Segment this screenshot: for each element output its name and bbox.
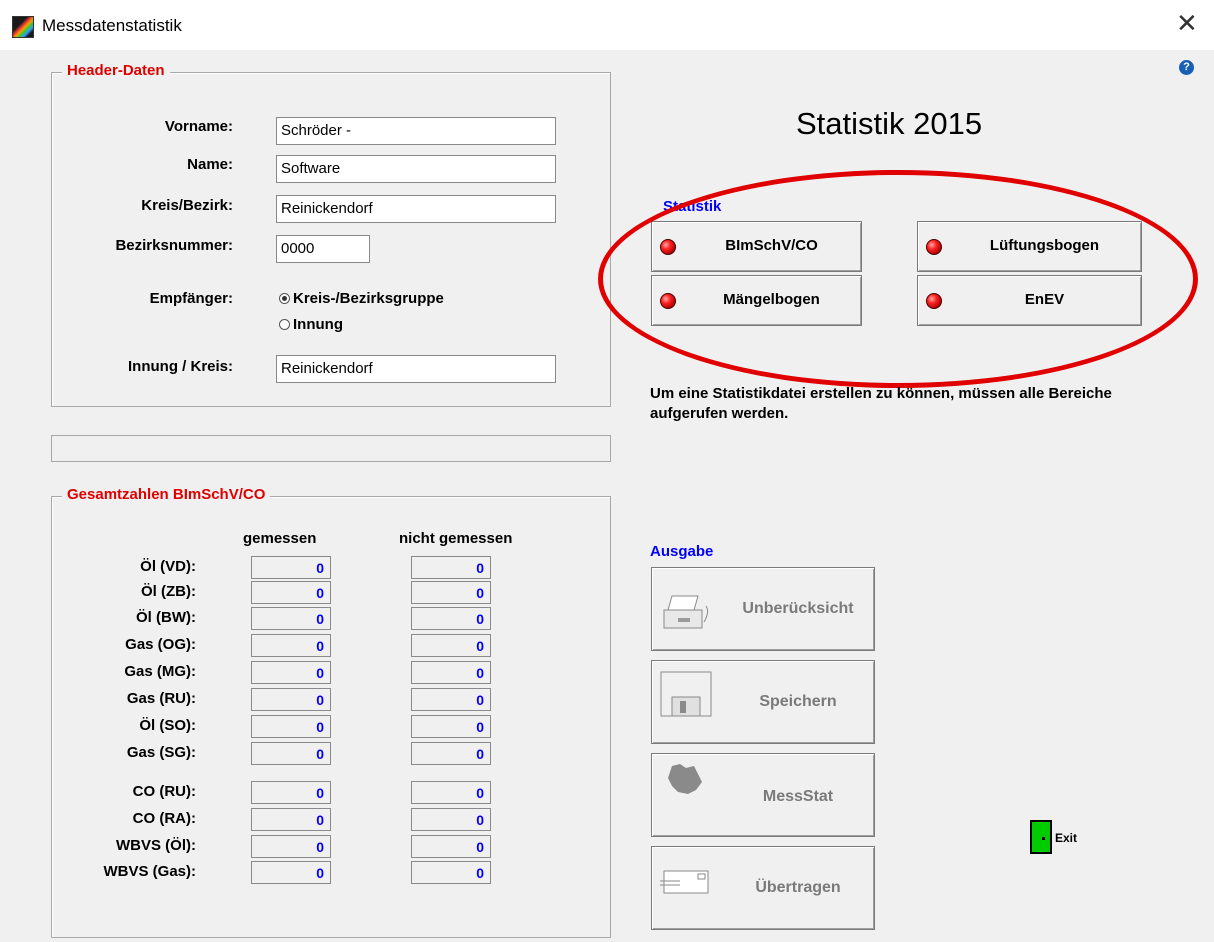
- unberuecksicht-button[interactable]: Unberücksicht: [651, 567, 875, 651]
- totals-row-label: Öl (SO):: [139, 717, 196, 734]
- nicht-gemessen-value: 0: [411, 581, 491, 604]
- window-title: Messdatenstatistik: [42, 16, 182, 35]
- page-title: Statistik 2015: [796, 106, 983, 141]
- bimschv-co-button[interactable]: BImSchV/CO: [651, 221, 862, 272]
- gemessen-value: 0: [251, 661, 331, 684]
- column-header-nicht-gemessen: nicht gemessen: [399, 530, 513, 547]
- status-led-icon: [660, 239, 676, 255]
- help-icon[interactable]: ?: [1179, 60, 1194, 75]
- maengelbogen-label: Mängelbogen: [723, 291, 820, 308]
- exit-label: Exit: [1055, 831, 1078, 845]
- nicht-gemessen-value: 0: [411, 835, 491, 858]
- envelope-icon: [660, 870, 709, 894]
- nicht-gemessen-value: 0: [411, 556, 491, 579]
- gemessen-value: 0: [251, 634, 331, 657]
- totals-row-label: Öl (ZB):: [141, 583, 196, 600]
- totals-row-label: Gas (OG):: [125, 636, 196, 653]
- totals-row-label: CO (RA):: [132, 810, 196, 827]
- enev-label: EnEV: [1024, 291, 1065, 308]
- floppy-disk-icon: [660, 671, 712, 717]
- innung-field[interactable]: Reinickendorf: [276, 355, 556, 383]
- bimschv-co-label: BImSchV/CO: [725, 237, 818, 254]
- statistik-legend: Statistik: [663, 198, 722, 215]
- info-note: Um eine Statistikdatei erstellen zu könn…: [650, 385, 1112, 422]
- radio-unselected-indicator: [279, 319, 290, 330]
- progress-bar: [51, 435, 611, 462]
- nicht-gemessen-value: 0: [411, 861, 491, 884]
- gemessen-value: 0: [251, 715, 331, 738]
- close-icon[interactable]: ✕: [1176, 9, 1198, 39]
- totals-row-label: WBVS (Gas):: [103, 863, 196, 880]
- totals-row-label: Gas (RU):: [126, 690, 196, 707]
- gemessen-value: 0: [251, 607, 331, 630]
- unberuecksicht-label: Unberücksicht: [742, 600, 854, 617]
- radio-innung-label: Innung: [293, 316, 343, 333]
- gemessen-value: 0: [251, 742, 331, 765]
- kreis-field[interactable]: Reinickendorf: [276, 195, 556, 223]
- gemessen-value: 0: [251, 581, 331, 604]
- bezirksnummer-field[interactable]: 0000: [276, 235, 370, 263]
- app-icon: [12, 16, 34, 38]
- totals-row-label: Öl (VD):: [140, 558, 196, 575]
- radio-kreis-bezirksgruppe[interactable]: Kreis-/Bezirksgruppe: [279, 290, 444, 307]
- nicht-gemessen-value: 0: [411, 634, 491, 657]
- gemessen-value: 0: [251, 808, 331, 831]
- gemessen-value: 0: [251, 835, 331, 858]
- maengelbogen-button[interactable]: Mängelbogen: [651, 275, 862, 326]
- printer-icon: [663, 595, 709, 629]
- kreis-label: Kreis/Bezirk:: [141, 197, 233, 214]
- totals-row-label: CO (RU):: [132, 783, 196, 800]
- speichern-label: Speichern: [759, 693, 837, 710]
- status-led-icon: [926, 239, 942, 255]
- radio-kreis-label: Kreis-/Bezirksgruppe: [293, 290, 444, 307]
- status-led-icon: [926, 293, 942, 309]
- speichern-button[interactable]: Speichern: [651, 660, 875, 744]
- messstat-button[interactable]: MessStat: [651, 753, 875, 837]
- nicht-gemessen-value: 0: [411, 688, 491, 711]
- lueftungsbogen-button[interactable]: Lüftungsbogen: [917, 221, 1142, 272]
- uebertragen-label: Übertragen: [755, 879, 841, 896]
- map-icon: [668, 764, 702, 794]
- nicht-gemessen-value: 0: [411, 742, 491, 765]
- nicht-gemessen-value: 0: [411, 715, 491, 738]
- bezirksnummer-label: Bezirksnummer:: [115, 237, 233, 254]
- gemessen-value: 0: [251, 861, 331, 884]
- totals-row-label: Gas (SG):: [126, 744, 196, 761]
- radio-selected-indicator: [279, 293, 290, 304]
- totals-row-label: WBVS (Öl):: [116, 837, 196, 854]
- nicht-gemessen-value: 0: [411, 808, 491, 831]
- title-bar: Messdatenstatistik ✕: [0, 0, 1214, 50]
- gemessen-value: 0: [251, 688, 331, 711]
- name-label: Name:: [187, 156, 233, 173]
- innung-label: Innung / Kreis:: [128, 358, 233, 375]
- vorname-label: Vorname:: [164, 118, 233, 135]
- column-header-gemessen: gemessen: [243, 530, 317, 547]
- ausgabe-legend: Ausgabe: [650, 543, 714, 560]
- gemessen-value: 0: [251, 556, 331, 579]
- uebertragen-button[interactable]: Übertragen: [651, 846, 875, 930]
- vorname-field[interactable]: Schröder -: [276, 117, 556, 145]
- totals-legend: Gesamtzahlen BImSchV/CO: [62, 486, 271, 503]
- nicht-gemessen-value: 0: [411, 661, 491, 684]
- radio-innung[interactable]: Innung: [279, 316, 343, 333]
- nicht-gemessen-value: 0: [411, 781, 491, 804]
- door-icon: [1030, 820, 1052, 854]
- empfaenger-label: Empfänger:: [149, 290, 233, 307]
- header-data-legend: Header-Daten: [62, 62, 170, 79]
- totals-row-label: Gas (MG):: [124, 663, 196, 680]
- status-led-icon: [660, 293, 676, 309]
- totals-row-label: Öl (BW):: [136, 609, 196, 626]
- name-field[interactable]: Software: [276, 155, 556, 183]
- gemessen-value: 0: [251, 781, 331, 804]
- lueftungsbogen-label: Lüftungsbogen: [989, 237, 1100, 254]
- nicht-gemessen-value: 0: [411, 607, 491, 630]
- enev-button[interactable]: EnEV: [917, 275, 1142, 326]
- messstat-label: MessStat: [762, 788, 834, 805]
